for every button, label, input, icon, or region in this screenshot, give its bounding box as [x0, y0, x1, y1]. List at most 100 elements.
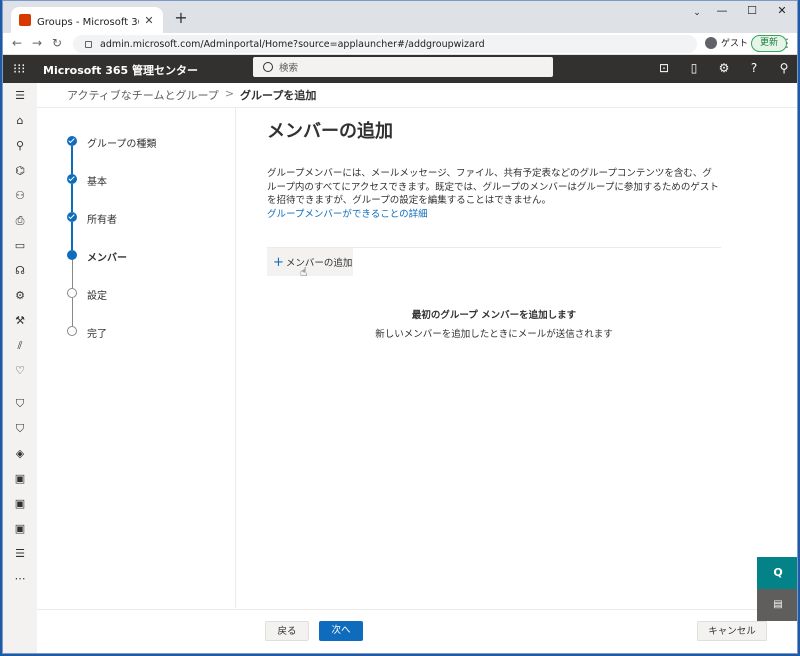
rail-teams-icon[interactable]: ▣ [3, 516, 37, 541]
rail-settings-icon[interactable]: ⚙ [3, 283, 37, 308]
back-button[interactable]: 戻る [265, 621, 309, 641]
step-connector [71, 260, 73, 288]
check-circle-icon [67, 174, 77, 184]
breadcrumb-separator: > [224, 87, 235, 100]
current-step-icon [67, 250, 77, 260]
rail-all-admin-icon[interactable]: ☰ [3, 541, 37, 566]
forward-icon[interactable]: → [29, 36, 45, 50]
url-text: admin.microsoft.com/Adminportal/Home?sou… [100, 38, 485, 50]
check-circle-icon [67, 136, 77, 146]
rail-health-icon[interactable]: ♡ [3, 358, 37, 383]
empty-subtitle: 新しいメンバーを追加したときにメールが送信されます [375, 329, 613, 340]
browser-tab[interactable]: Groups - Microsoft 365 管理セン ✕ [11, 7, 163, 33]
address-bar: ← → ↻ admin.microsoft.com/Adminportal/Ho… [3, 33, 797, 55]
breadcrumb: アクティブなチームとグループ > グループを追加 [67, 87, 316, 103]
app-launcher-icon[interactable]: ⁝⁝⁝ [13, 62, 25, 77]
tab-strip: Groups - Microsoft 365 管理セン ✕ + ⌄ — ☐ ✕ [3, 1, 797, 33]
reload-icon[interactable]: ↻ [49, 36, 65, 50]
rail-roles-icon[interactable]: ⚇ [3, 183, 37, 208]
rail-more-icon[interactable]: ⋯ [3, 566, 37, 591]
empty-title: 最初のグループ メンバーを追加します [411, 310, 577, 321]
empty-state: 最初のグループ メンバーを追加します 新しいメンバーを追加したときにメールが送信… [267, 307, 721, 340]
url-field[interactable]: admin.microsoft.com/Adminportal/Home?sou… [73, 35, 697, 53]
page-title: メンバーの追加 [267, 121, 393, 142]
mobile-icon[interactable]: ▯ [679, 55, 709, 83]
rail-resources-icon[interactable]: ⎙ [3, 208, 37, 233]
wizard-steps: グループの種類 基本所有者メンバー設定完了 [67, 133, 232, 361]
add-member-label: メンバーの追加 [285, 258, 353, 269]
account-icon[interactable]: ⚲ [769, 55, 797, 83]
avatar-icon [705, 36, 717, 49]
wizard-step: 設定 [67, 285, 232, 326]
next-button[interactable]: 次へ [319, 621, 363, 641]
gear-icon[interactable]: ⚙ [709, 55, 739, 83]
rail-home-icon[interactable]: ⌂ [3, 108, 37, 133]
lock-icon [85, 40, 92, 48]
nav-rail: ☰ ⌂ ⚲ ⌬ ⚇ ⎙ ▭ ☊ ⚙ ⚒ ⫽ ♡ ⛉ ⛉ ◈ ▣ ▣ ▣ ☰ ⋯ [3, 83, 37, 653]
step-label: 設定 [87, 291, 107, 302]
tab-search-icon[interactable]: ⌄ [687, 1, 707, 25]
main-panel: メンバーの追加 グループメンバーには、メールメッセージ、ファイル、共有予定表など… [267, 117, 727, 340]
step-label: グループの種類 [87, 139, 157, 150]
add-member-button[interactable]: + メンバーの追加 ☝ [267, 248, 353, 279]
profile-label: ゲスト [721, 39, 749, 49]
wizard-step: グループの種類 [67, 133, 232, 174]
rail-exchange-icon[interactable]: ▣ [3, 466, 37, 491]
step-connector [71, 298, 73, 326]
hand-cursor-icon: ☝ [300, 265, 308, 279]
app-header: ⁝⁝⁝ Microsoft 365 管理センター 検索 ⊡ ▯ ⚙ ? ⚲ [3, 55, 797, 83]
browser-menu-icon[interactable]: ⋮ [781, 36, 793, 50]
rail-compliance-icon[interactable]: ⛉ [3, 416, 37, 441]
plus-icon: + [273, 254, 284, 270]
help-chat-icon[interactable]: Q [757, 557, 797, 589]
empty-circle-icon [67, 326, 77, 336]
search-icon [263, 62, 273, 72]
rail-setup-icon[interactable]: ⚒ [3, 308, 37, 333]
app-title[interactable]: Microsoft 365 管理センター [43, 62, 198, 78]
new-tab-button[interactable]: + [171, 8, 191, 27]
rail-security-icon[interactable]: ⛉ [3, 391, 37, 416]
close-tab-icon[interactable]: ✕ [143, 14, 155, 27]
search-input[interactable]: 検索 [253, 57, 553, 77]
window-controls: ⌄ — ☐ ✕ [687, 1, 797, 29]
rail-users-icon[interactable]: ⚲ [3, 133, 37, 158]
step-label: 完了 [87, 329, 107, 340]
wizard-step: メンバー [67, 247, 232, 288]
feedback-icon[interactable]: ▤ [757, 589, 797, 621]
rail-endpoint-icon[interactable]: ◈ [3, 441, 37, 466]
rail-groups-icon[interactable]: ⌬ [3, 158, 37, 183]
step-label: メンバー [87, 253, 127, 264]
description-text: グループメンバーには、メールメッセージ、ファイル、共有予定表などのグループコンテ… [267, 168, 719, 206]
description: グループメンバーには、メールメッセージ、ファイル、共有予定表などのグループコンテ… [267, 167, 719, 221]
step-connector [71, 184, 73, 212]
check-circle-icon [67, 212, 77, 222]
empty-circle-icon [67, 288, 77, 298]
step-label: 所有者 [87, 215, 117, 226]
rail-sharepoint-icon[interactable]: ▣ [3, 491, 37, 516]
divider [37, 107, 797, 108]
browser-window: Groups - Microsoft 365 管理セン ✕ + ⌄ — ☐ ✕ … [2, 0, 798, 654]
maximize-icon[interactable]: ☐ [737, 1, 767, 25]
terminal-icon[interactable]: ⊡ [649, 55, 679, 83]
wizard-step: 完了 [67, 323, 232, 361]
back-icon[interactable]: ← [9, 36, 25, 50]
rail-billing-icon[interactable]: ▭ [3, 233, 37, 258]
learn-more-link[interactable]: グループメンバーができることの詳細 [267, 208, 719, 222]
search-placeholder: 検索 [279, 63, 299, 74]
cancel-button[interactable]: キャンセル [697, 621, 767, 641]
profile-button[interactable]: ゲスト [705, 36, 748, 49]
minimize-icon[interactable]: — [707, 1, 737, 25]
breadcrumb-current: グループを追加 [240, 89, 317, 102]
wizard-step: 所有者 [67, 209, 232, 250]
wizard-step: 基本 [67, 171, 232, 212]
command-bar: + メンバーの追加 ☝ [267, 247, 721, 279]
rail-support-icon[interactable]: ☊ [3, 258, 37, 283]
help-icon[interactable]: ? [739, 55, 769, 83]
step-connector [71, 222, 73, 250]
rail-menu-icon[interactable]: ☰ [3, 83, 37, 108]
rail-reports-icon[interactable]: ⫽ [3, 333, 37, 358]
tab-title: Groups - Microsoft 365 管理セン [37, 16, 139, 28]
breadcrumb-parent[interactable]: アクティブなチームとグループ [67, 87, 219, 103]
close-window-icon[interactable]: ✕ [767, 1, 797, 25]
step-label: 基本 [87, 177, 107, 188]
